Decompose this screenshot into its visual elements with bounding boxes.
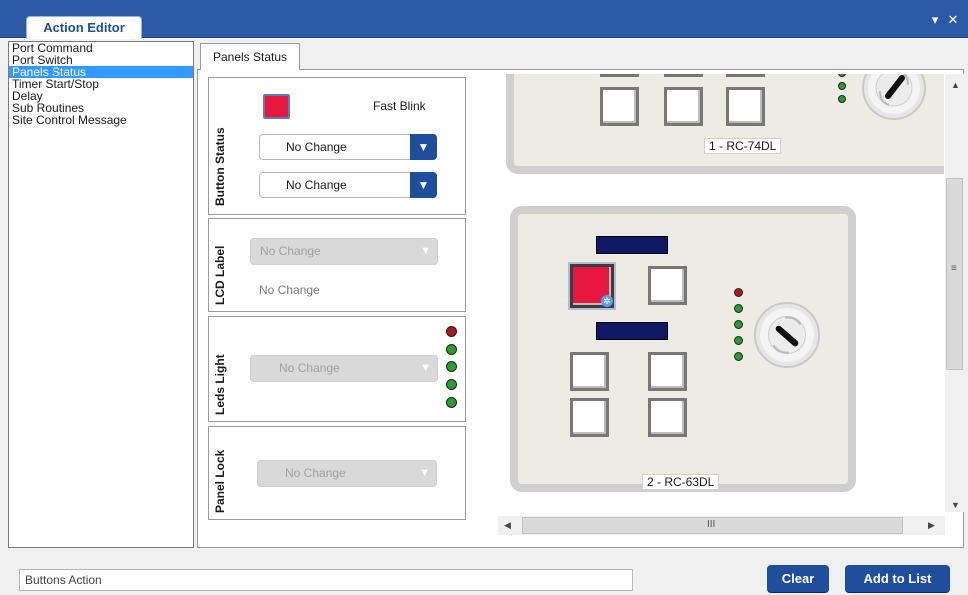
- close-icon[interactable]: ✕: [946, 13, 960, 27]
- scroll-down-icon[interactable]: ▼: [951, 500, 960, 510]
- panel-rc-63dl[interactable]: ✲ 2 - RC-63DL: [510, 206, 856, 492]
- leds-light-label: Leds Light: [213, 354, 227, 415]
- button-blink-mode: Fast Blink: [373, 99, 426, 113]
- panel-lock-label: Panel Lock: [213, 449, 227, 513]
- panel-rc-74dl[interactable]: 1 - RC-74DL: [506, 74, 944, 174]
- panel-button[interactable]: [664, 87, 703, 126]
- panel-button[interactable]: [600, 74, 639, 77]
- button-status-select-2-value: No Change: [286, 178, 347, 192]
- horizontal-scroll-thumb[interactable]: III: [522, 517, 903, 534]
- lcd-label-select[interactable]: No Change ▼: [250, 238, 438, 265]
- panel-button[interactable]: [726, 74, 765, 77]
- clear-button[interactable]: Clear: [767, 565, 829, 592]
- chevron-down-icon[interactable]: ▼: [410, 134, 437, 160]
- panel-lock-select[interactable]: No Change ▼: [257, 460, 437, 487]
- lcd-label-group: LCD Label No Change ▼ No Change: [208, 218, 466, 312]
- vertical-scroll-thumb[interactable]: ≡: [946, 178, 963, 370]
- panel-led: [838, 74, 846, 77]
- panel-button-selected[interactable]: ✲: [568, 262, 616, 310]
- add-to-list-button[interactable]: Add to List: [845, 565, 950, 592]
- panel-led: [734, 336, 743, 345]
- button-status-select-1[interactable]: No Change ▼: [259, 134, 437, 160]
- panel-lock-select-value: No Change: [285, 466, 346, 480]
- panel-led: [838, 82, 846, 90]
- gear-icon: ✲: [601, 295, 613, 307]
- panels-canvas[interactable]: 1 - RC-74DL ✲ 2 - RC-63DL: [498, 74, 944, 512]
- panel-button[interactable]: [570, 352, 609, 391]
- leds-light-select-value: No Change: [279, 361, 340, 375]
- panel-button[interactable]: [664, 74, 703, 77]
- button-color-swatch[interactable]: [263, 94, 290, 119]
- knob-icon: [875, 74, 913, 107]
- chevron-down-icon[interactable]: ▼: [410, 172, 437, 198]
- window-title-tab[interactable]: Action Editor: [26, 16, 142, 39]
- button-status-select-2[interactable]: No Change ▼: [259, 172, 437, 198]
- grip-icon: III: [707, 519, 716, 530]
- grip-icon: ≡: [951, 263, 957, 274]
- panel-led: [838, 95, 846, 103]
- lcd-label-text: No Change: [259, 283, 320, 297]
- horizontal-scrollbar[interactable]: ◀ III ▶: [498, 516, 945, 535]
- panel-led: [734, 288, 743, 297]
- panel-lock-group: Panel Lock No Change ▼: [208, 426, 466, 520]
- vertical-scrollbar[interactable]: ▲ ≡ ▼: [945, 74, 964, 512]
- panel-button[interactable]: [600, 87, 639, 126]
- panel-button[interactable]: [726, 87, 765, 126]
- scroll-right-icon[interactable]: ▶: [928, 520, 935, 531]
- dropdown-icon[interactable]: ▾: [928, 13, 942, 27]
- chevron-down-icon: ▼: [419, 467, 430, 479]
- volume-knob-icon[interactable]: [754, 302, 820, 368]
- action-type-list[interactable]: Port Command Port Switch Panels Status T…: [8, 41, 194, 548]
- tab-panels-status[interactable]: Panels Status: [200, 43, 300, 70]
- knob-icon: [767, 315, 807, 355]
- panel-led: [734, 304, 743, 313]
- panel-button[interactable]: [570, 398, 609, 437]
- button-status-group: Button Status Fast Blink No Change ▼ No …: [208, 77, 466, 215]
- panel-led: [734, 352, 743, 361]
- panel-button[interactable]: [648, 398, 687, 437]
- scroll-up-icon[interactable]: ▲: [951, 80, 960, 90]
- volume-knob-icon[interactable]: [862, 74, 926, 120]
- panel-button[interactable]: [648, 266, 687, 305]
- chevron-down-icon: ▼: [420, 245, 431, 257]
- chevron-down-icon: ▼: [420, 362, 431, 374]
- buttons-action-field[interactable]: Buttons Action: [19, 569, 633, 591]
- scroll-left-icon[interactable]: ◀: [504, 520, 511, 531]
- action-item-site-control-message[interactable]: Site Control Message: [9, 114, 193, 126]
- leds-light-select[interactable]: No Change ▼: [250, 355, 438, 382]
- led-indicator[interactable]: [446, 397, 457, 408]
- lcd-label-label: LCD Label: [213, 245, 227, 305]
- led-indicator[interactable]: [446, 344, 457, 355]
- panel-name-label: 1 - RC-74DL: [704, 138, 782, 154]
- panel-button[interactable]: [648, 352, 687, 391]
- button-status-label: Button Status: [213, 127, 227, 206]
- window-titlebar: Action Editor ▾ ✕: [0, 0, 968, 39]
- panel-led: [734, 320, 743, 329]
- lcd-display[interactable]: [596, 236, 668, 254]
- led-indicator[interactable]: [446, 361, 457, 372]
- panel-name-label: 2 - RC-63DL: [642, 474, 720, 490]
- led-indicator[interactable]: [446, 379, 457, 390]
- lcd-display[interactable]: [596, 322, 668, 340]
- leds-light-group: Leds Light No Change ▼: [208, 316, 466, 422]
- led-indicator[interactable]: [446, 326, 457, 337]
- lcd-label-select-value: No Change: [260, 244, 321, 258]
- button-status-select-1-value: No Change: [286, 140, 347, 154]
